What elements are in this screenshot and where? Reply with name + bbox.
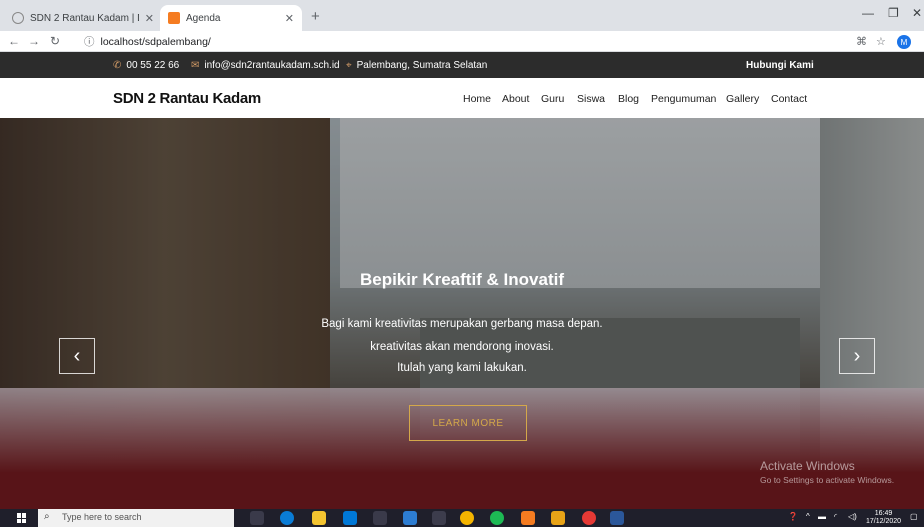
vscode-icon[interactable] (403, 511, 417, 525)
activate-windows-watermark: Activate Windows (760, 459, 855, 473)
forward-icon[interactable]: → (28, 34, 40, 48)
url-field[interactable]: ⓘ localhost/sdpalembang/ (84, 34, 211, 49)
email-info: ✉ info@sdn2rantaukadam.sch.id (191, 60, 340, 71)
volume-icon[interactable]: ◁) (848, 512, 857, 521)
agenda-app-icon[interactable] (521, 511, 535, 525)
close-tab-icon[interactable]: ✕ (145, 12, 154, 25)
site-logo[interactable]: SDN 2 Rantau Kadam (113, 90, 261, 107)
tab-dashboard[interactable]: SDN 2 Rantau Kadam | Dashboa ✕ (4, 5, 162, 31)
sublime-icon[interactable] (551, 511, 565, 525)
notification-icon[interactable]: ▢ (910, 512, 918, 521)
nav-pengumuman[interactable]: Pengumuman (651, 93, 716, 105)
taskbar-search[interactable]: ⌕ Type here to search (38, 509, 234, 527)
hero-overlay (0, 118, 924, 509)
learn-more-button[interactable]: LEARN MORE (409, 405, 527, 441)
mail-icon[interactable] (343, 511, 357, 525)
nav-home[interactable]: Home (463, 93, 491, 105)
agenda-favicon (168, 12, 180, 24)
bookmark-star-icon[interactable]: ☆ (876, 35, 886, 48)
url-text: localhost/sdpalembang/ (100, 36, 211, 48)
browser-tab-bar: SDN 2 Rantau Kadam | Dashboa ✕ Agenda ✕ … (0, 0, 924, 31)
reload-icon[interactable]: ↻ (50, 34, 60, 48)
location-info: ⌖ Palembang, Sumatra Selatan (346, 60, 487, 71)
windows-taskbar: ⌕ Type here to search ❓ ^ ▬ ◜ ◁) 16:49 1… (0, 509, 924, 527)
email-text: info@sdn2rantaukadam.sch.id (204, 60, 340, 71)
tab-title: SDN 2 Rantau Kadam | Dashboa (30, 12, 139, 24)
tab-agenda[interactable]: Agenda ✕ (160, 5, 302, 31)
address-bar: ← → ↻ ⓘ localhost/sdpalembang/ ⌘ ☆ (0, 31, 924, 52)
file-explorer-icon[interactable] (312, 511, 326, 525)
phone-text: 00 55 22 66 (126, 60, 180, 71)
translate-icon[interactable]: ⌘ (856, 35, 867, 48)
hero-slider: Bepikir Kreaftif & Inovatif Bagi kami kr… (0, 118, 924, 509)
chevron-left-icon: ‹ (73, 344, 81, 367)
site-topbar: ✆ 00 55 22 66 ✉ info@sdn2rantaukadam.sch.i… (0, 52, 924, 78)
tray-expand-icon[interactable]: ^ (806, 512, 810, 521)
clock-date: 17/12/2020 (866, 518, 902, 525)
profile-avatar[interactable]: M (897, 35, 911, 49)
task-view-icon[interactable] (250, 511, 264, 525)
info-icon[interactable]: ⓘ (84, 36, 95, 48)
next-slide-button[interactable]: › (839, 338, 875, 374)
hero-text-line: Bagi kami kreativitas merupakan gerbang … (321, 318, 603, 330)
back-icon[interactable]: ← (8, 34, 20, 48)
email-icon: ✉ (191, 60, 200, 71)
close-tab-icon[interactable]: ✕ (285, 12, 294, 25)
chrome-icon[interactable] (460, 511, 474, 525)
close-window-icon[interactable]: ✕ (912, 6, 922, 20)
taskbar-clock[interactable]: 16:49 17/12/2020 (866, 510, 901, 526)
nav-contact[interactable]: Contact (771, 93, 807, 105)
nav-siswa[interactable]: Siswa (577, 93, 605, 105)
chevron-right-icon: › (853, 344, 861, 367)
prev-slide-button[interactable]: ‹ (59, 338, 95, 374)
hero-title: Bepikir Kreaftif & Inovatif (359, 270, 565, 289)
hubungi-kami-link[interactable]: Hubungi Kami (746, 60, 814, 71)
maximize-icon[interactable]: ❐ (888, 6, 899, 20)
hero-text-line: Itulah yang kami lakukan. (397, 362, 527, 374)
github-icon[interactable] (432, 511, 446, 525)
globe-icon (12, 12, 24, 24)
site-header: SDN 2 Rantau Kadam Home About Guru Siswa… (0, 78, 924, 118)
nav-about[interactable]: About (502, 93, 529, 105)
hero-text-line: kreativitas akan mendorong inovasi. (370, 341, 554, 353)
location-icon: ⌖ (346, 60, 352, 71)
nav-guru[interactable]: Guru (541, 93, 564, 105)
minimize-icon[interactable]: — (862, 6, 874, 20)
new-tab-icon[interactable]: + (311, 8, 320, 25)
location-text: Palembang, Sumatra Selatan (356, 60, 488, 71)
help-icon[interactable]: ❓ (788, 512, 798, 521)
tab-title: Agenda (186, 12, 221, 24)
spotify-icon[interactable] (490, 511, 504, 525)
nav-blog[interactable]: Blog (618, 93, 639, 105)
search-placeholder: Type here to search (62, 512, 142, 522)
dropbox-icon[interactable] (373, 511, 387, 525)
phone-info: ✆ 00 55 22 66 (113, 60, 179, 71)
battery-icon[interactable]: ▬ (818, 512, 826, 521)
edge-icon[interactable] (280, 511, 294, 525)
wifi-icon[interactable]: ◜ (834, 512, 837, 521)
nav-gallery[interactable]: Gallery (726, 93, 759, 105)
clock-time: 16:49 (874, 510, 893, 517)
activate-windows-sub: Go to Settings to activate Windows. (760, 475, 895, 485)
word-icon[interactable] (610, 511, 624, 525)
phone-icon: ✆ (113, 60, 122, 71)
opera-icon[interactable] (582, 511, 596, 525)
windows-start-icon[interactable] (17, 513, 27, 523)
search-icon: ⌕ (44, 511, 50, 522)
